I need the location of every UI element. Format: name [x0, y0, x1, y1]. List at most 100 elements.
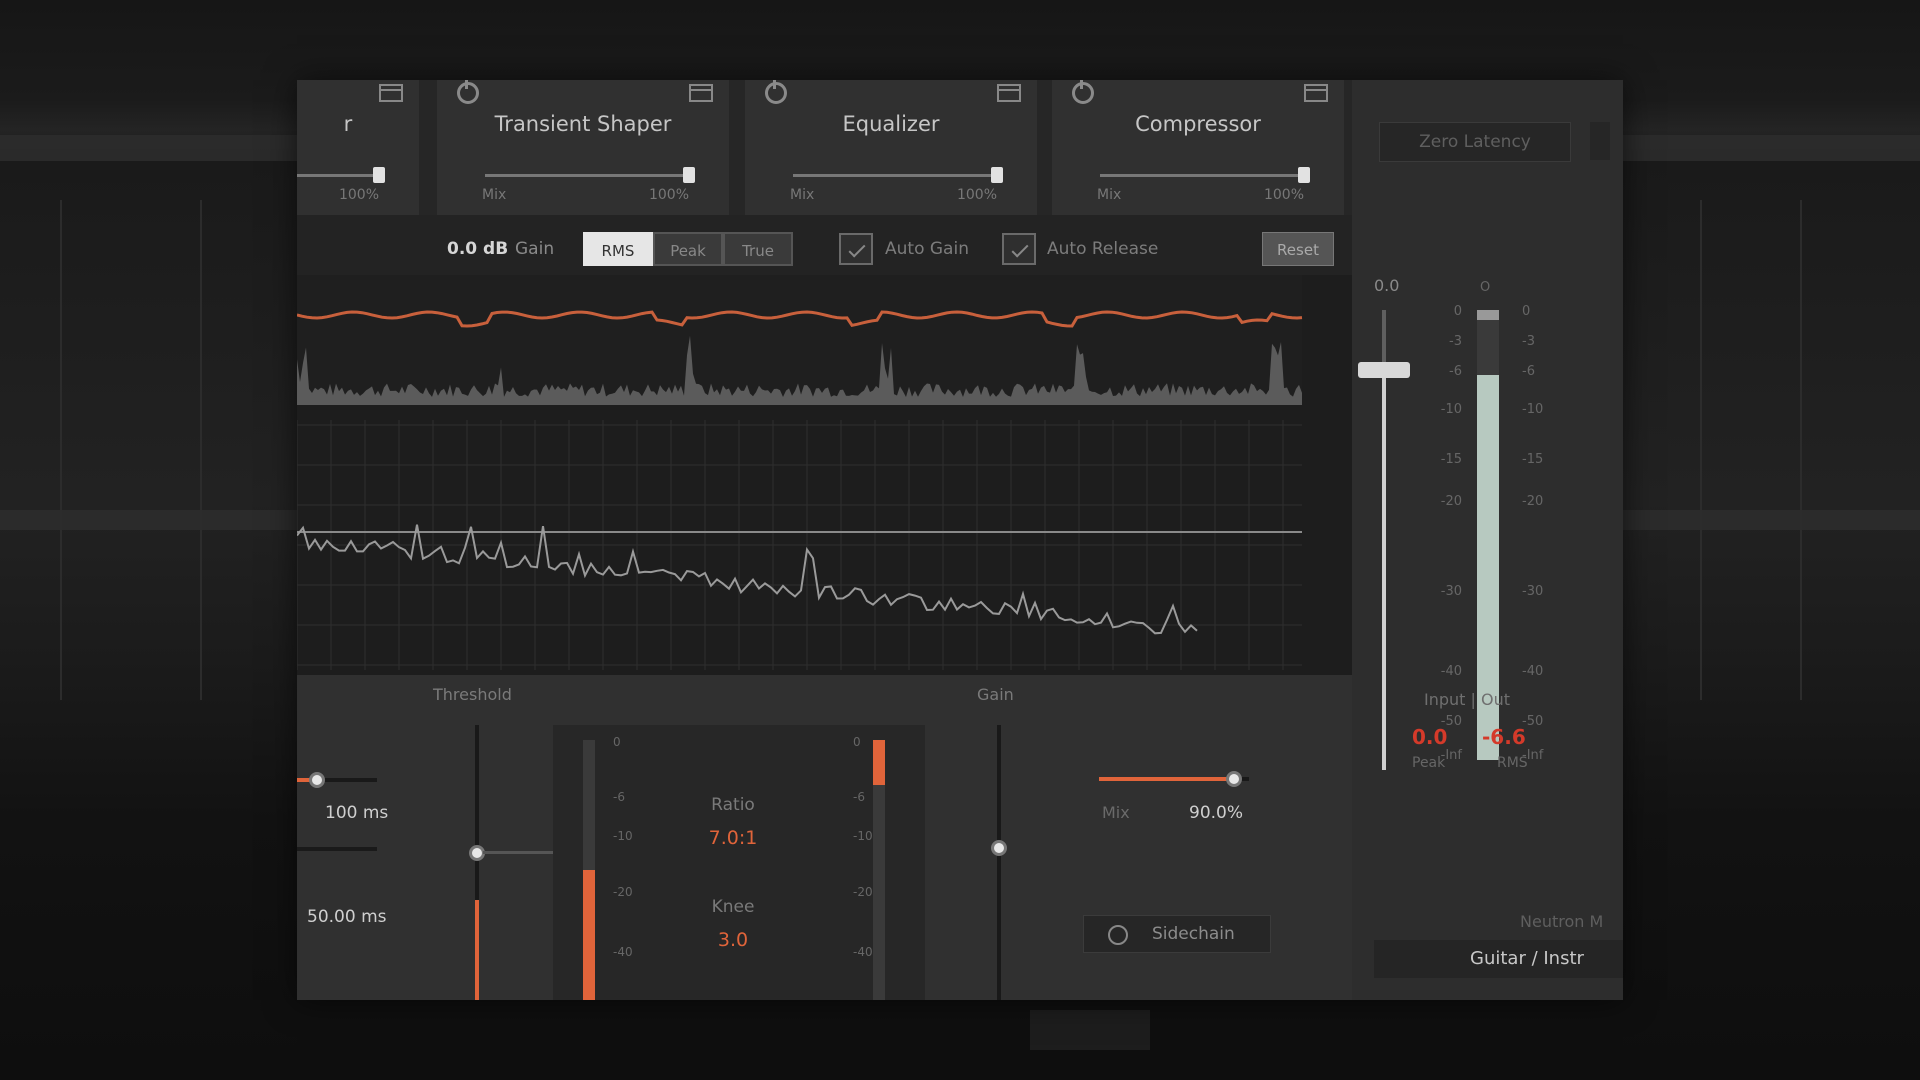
module-mix-slider[interactable]: [1100, 167, 1310, 183]
slider-fill: [1099, 777, 1234, 781]
module-mix-max: 100%: [648, 187, 689, 203]
module-title: Compressor: [1135, 112, 1261, 136]
meter-tick: -6: [1522, 364, 1535, 379]
mode-rms-button[interactable]: RMS: [583, 232, 653, 266]
meter-tick: -6: [1449, 364, 1462, 379]
gain-value[interactable]: 0.0 dB: [447, 239, 508, 259]
slider-knob[interactable]: [683, 167, 695, 183]
module-partial[interactable]: r 100%: [297, 80, 427, 215]
auto-gain-label: Auto Gain: [885, 239, 969, 259]
scale-tick: -6: [613, 790, 625, 804]
fader-value[interactable]: 0.0: [1374, 276, 1399, 295]
threshold-slider[interactable]: [475, 725, 479, 1000]
release-value[interactable]: 50.00 ms: [307, 907, 387, 927]
meter-tick: -40: [1440, 664, 1462, 679]
ratio-label: Ratio: [711, 795, 755, 815]
module-mix-label: Mix: [482, 187, 507, 203]
meter-fill: [583, 870, 595, 1000]
module-title: Transient Shaper: [494, 112, 672, 136]
peak-label: Peak: [1412, 755, 1446, 771]
scale-tick: -20: [613, 885, 633, 899]
meter-fill: [873, 740, 885, 785]
gain-label: Gain: [515, 239, 555, 259]
power-icon[interactable]: [457, 80, 479, 104]
power-icon[interactable]: [765, 80, 787, 104]
bg-line: [200, 200, 202, 700]
bg-block: [1030, 1010, 1150, 1050]
release-slider[interactable]: [297, 847, 377, 851]
auto-release-label: Auto Release: [1047, 239, 1159, 259]
meter-tick: -3: [1449, 334, 1462, 349]
bg-line: [60, 200, 62, 700]
power-icon[interactable]: [1072, 80, 1094, 104]
slider-knob[interactable]: [1298, 167, 1310, 183]
mix-value[interactable]: 90.0%: [1189, 803, 1243, 823]
io-label: Input | Out: [1424, 690, 1510, 709]
module-window-icon[interactable]: [1304, 84, 1328, 102]
scale-tick: -10: [613, 829, 633, 843]
threshold-label: Threshold: [433, 685, 512, 704]
preset-name[interactable]: Guitar / Instr: [1470, 948, 1584, 969]
spectrum-grid: [297, 420, 1302, 670]
meter-tick: -30: [1440, 584, 1462, 599]
rms-value: -6.6: [1482, 725, 1526, 749]
gain-reduction-meter: [873, 740, 885, 1000]
meter-tick: -20: [1440, 494, 1462, 509]
output-gain-knob[interactable]: [991, 840, 1007, 856]
reset-button[interactable]: Reset: [1262, 232, 1334, 266]
meter-peak: [1477, 310, 1499, 320]
module-transient-shaper[interactable]: Transient Shaper Mix 100%: [437, 80, 737, 215]
meter-tick: -30: [1522, 584, 1544, 599]
bg-stripe: [0, 135, 300, 161]
meter-tick: -15: [1522, 452, 1544, 467]
auto-release-checkbox[interactable]: [1002, 233, 1036, 265]
module-strip: r 100% Transient Shaper Mix 100% Equaliz…: [297, 80, 1352, 215]
module-mix-slider[interactable]: [793, 167, 1003, 183]
module-mix-slider[interactable]: [297, 167, 385, 183]
module-window-icon[interactable]: [379, 84, 403, 102]
plugin-window: r 100% Transient Shaper Mix 100% Equaliz…: [297, 80, 1623, 1000]
bg-line: [1800, 200, 1802, 700]
scale-tick: -10: [853, 829, 873, 843]
module-mix-slider[interactable]: [485, 167, 695, 183]
rms-label: RMS: [1497, 755, 1528, 771]
mix-label: Mix: [1102, 803, 1130, 822]
module-title: r: [343, 112, 353, 136]
slider-fill: [475, 900, 479, 1000]
knee-value[interactable]: 3.0: [693, 929, 773, 951]
ratio-value[interactable]: 7.0:1: [693, 827, 773, 849]
attack-knob[interactable]: [309, 772, 325, 788]
module-equalizer[interactable]: Equalizer Mix 100%: [745, 80, 1045, 215]
slider-knob[interactable]: [373, 167, 385, 183]
bg-stripe: [1620, 135, 1920, 161]
input-fader-knob[interactable]: [1358, 362, 1410, 378]
attack-value[interactable]: 100 ms: [325, 803, 388, 823]
bg-stripe: [0, 510, 300, 530]
knee-label: Knee: [711, 897, 755, 917]
meter-tick: -10: [1440, 402, 1462, 417]
meter-tick: -20: [1522, 494, 1544, 509]
module-window-icon[interactable]: [689, 84, 713, 102]
module-compressor[interactable]: Compressor Mix 100%: [1052, 80, 1352, 215]
meter-header: O: [1480, 280, 1491, 295]
mode-true-button[interactable]: True: [723, 232, 793, 266]
module-mix-label: Mix: [790, 187, 815, 203]
zero-latency-button[interactable]: Zero Latency: [1379, 122, 1571, 162]
display-graphics: [297, 275, 1303, 670]
meter-tick: 0: [1453, 304, 1462, 319]
scale-tick: -40: [613, 945, 633, 959]
module-mix-max: 100%: [338, 187, 379, 203]
scale-tick: -40: [853, 945, 873, 959]
sidechain-button[interactable]: Sidechain: [1083, 915, 1271, 953]
scale-tick: -20: [853, 885, 873, 899]
module-window-icon[interactable]: [997, 84, 1021, 102]
peak-value: 0.0: [1412, 725, 1448, 749]
mode-peak-button[interactable]: Peak: [653, 232, 723, 266]
slider-knob[interactable]: [991, 167, 1003, 183]
auto-gain-checkbox[interactable]: [839, 233, 873, 265]
sidechain-label: Sidechain: [1152, 924, 1235, 944]
io-panel: Zero Latency 0.0 O 0 -3 -6 -10 -15 -20 -30 -40 -…: [1352, 80, 1623, 1000]
mix-knob[interactable]: [1226, 771, 1242, 787]
output-gain-slider[interactable]: [997, 725, 1001, 1000]
output-gain-label: Gain: [977, 685, 1014, 704]
